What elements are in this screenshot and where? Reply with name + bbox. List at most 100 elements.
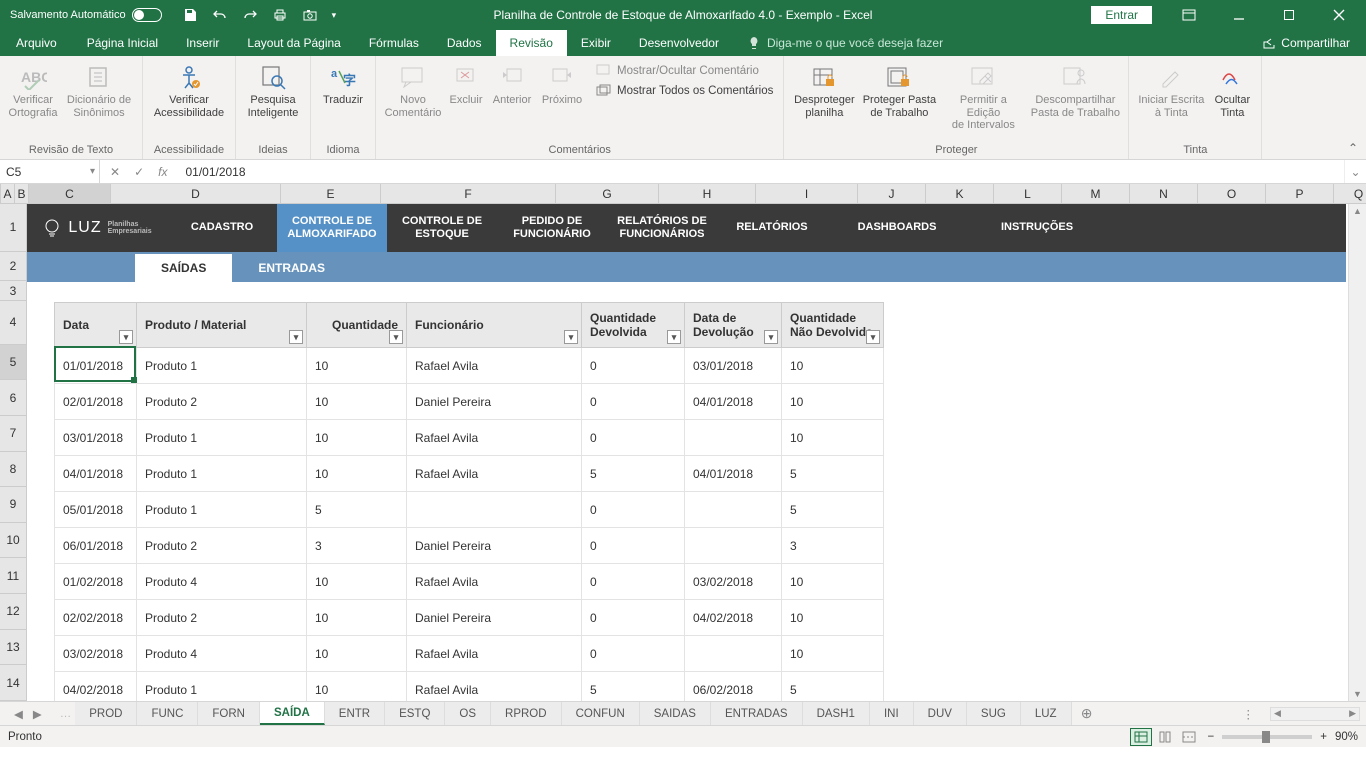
nav-cadastro[interactable]: CADASTRO — [167, 204, 277, 252]
cell-dd[interactable] — [685, 528, 782, 564]
sheet-tab[interactable]: OS — [445, 702, 491, 725]
hide-ink-button[interactable]: Ocultar Tinta — [1209, 60, 1255, 119]
cell-qt[interactable]: 5 — [307, 492, 407, 528]
minimize-icon[interactable] — [1216, 0, 1262, 30]
nav-pedido-funcionario[interactable]: PEDIDO DEFUNCIONÁRIO — [497, 204, 607, 252]
maximize-icon[interactable] — [1266, 0, 1312, 30]
cell-dd[interactable]: 06/02/2018 — [685, 672, 782, 702]
cell-qt[interactable]: 10 — [307, 672, 407, 702]
filter-icon[interactable]: ▾ — [764, 330, 778, 344]
accept-formula-icon[interactable]: ✓ — [134, 165, 144, 179]
row-header[interactable]: 2 — [0, 252, 27, 282]
cell-qnd[interactable]: 10 — [782, 348, 884, 384]
show-all-comments-button[interactable]: Mostrar Todos os Comentários — [592, 82, 777, 100]
cell-data[interactable]: 04/02/2018 — [55, 672, 137, 702]
column-header[interactable]: O — [1198, 184, 1266, 203]
tab-insert[interactable]: Inserir — [172, 30, 233, 56]
cell-data[interactable]: 02/02/2018 — [55, 600, 137, 636]
cell-qd[interactable]: 0 — [582, 564, 685, 600]
autosave-toggle[interactable]: Salvamento Automático — [0, 8, 172, 22]
cell-func[interactable] — [407, 492, 582, 528]
header-data-devolucao[interactable]: Data de Devolução▾ — [685, 303, 782, 348]
cell-data[interactable]: 06/01/2018 — [55, 528, 137, 564]
cell-qt[interactable]: 10 — [307, 384, 407, 420]
sheet-tab[interactable]: SAÍDA — [260, 702, 325, 725]
column-header[interactable]: L — [994, 184, 1062, 203]
filter-icon[interactable]: ▾ — [119, 330, 133, 344]
row-header[interactable]: 1 — [0, 204, 27, 252]
cell-prod[interactable]: Produto 1 — [137, 456, 307, 492]
sheet-scroll-prev-icon[interactable]: … — [56, 708, 76, 720]
cell-qt[interactable]: 10 — [307, 636, 407, 672]
header-data[interactable]: Data▾ — [55, 303, 137, 348]
tab-home[interactable]: Página Inicial — [73, 30, 172, 56]
nav-controle-estoque[interactable]: CONTROLE DEESTOQUE — [387, 204, 497, 252]
cell-qnd[interactable]: 5 — [782, 492, 884, 528]
cell-qd[interactable]: 0 — [582, 528, 685, 564]
cell-qnd[interactable]: 3 — [782, 528, 884, 564]
column-header[interactable]: E — [281, 184, 381, 203]
tab-layout[interactable]: Layout da Página — [233, 30, 354, 56]
subtab-saidas[interactable]: SAÍDAS — [135, 254, 232, 282]
cell-qd[interactable]: 0 — [582, 600, 685, 636]
new-comment-button[interactable]: Novo Comentário — [382, 60, 444, 119]
column-header[interactable]: P — [1266, 184, 1334, 203]
tab-formulas[interactable]: Fórmulas — [355, 30, 433, 56]
print-icon[interactable] — [272, 7, 288, 23]
sheet-tab[interactable]: CONFUN — [562, 702, 640, 725]
cell-dd[interactable] — [685, 636, 782, 672]
accessibility-button[interactable]: Verificar Acessibilidade — [149, 60, 229, 119]
vertical-scrollbar[interactable] — [1348, 204, 1366, 701]
column-header[interactable]: Q — [1334, 184, 1366, 203]
cell-dd[interactable] — [685, 492, 782, 528]
cell-qnd[interactable]: 10 — [782, 420, 884, 456]
column-header[interactable]: B — [15, 184, 29, 203]
cell-data[interactable]: 01/01/2018 — [55, 348, 137, 384]
table-row[interactable]: 01/02/2018Produto 410Rafael Avila003/02/… — [55, 564, 884, 600]
sheet-tab[interactable]: RPROD — [491, 702, 562, 725]
cell-prod[interactable]: Produto 1 — [137, 348, 307, 384]
cell-prod[interactable]: Produto 2 — [137, 600, 307, 636]
fx-icon[interactable]: fx — [158, 165, 167, 179]
cell-dd[interactable]: 04/01/2018 — [685, 384, 782, 420]
close-icon[interactable] — [1316, 0, 1362, 30]
filter-icon[interactable]: ▾ — [866, 330, 880, 344]
sheet-nav-prev-icon[interactable]: ◀ — [14, 707, 23, 721]
expand-formula-bar-icon[interactable]: ⌄ — [1344, 160, 1366, 183]
view-page-break-icon[interactable] — [1178, 728, 1200, 746]
cell-qnd[interactable]: 10 — [782, 600, 884, 636]
name-box[interactable]: C5 — [0, 160, 100, 183]
header-qt-nao-devolvida[interactable]: Quantidade Não Devolvida▾ — [782, 303, 884, 348]
sheet-tab[interactable]: DASH1 — [803, 702, 870, 725]
cell-qd[interactable]: 0 — [582, 348, 685, 384]
tab-file[interactable]: Arquivo — [0, 30, 73, 56]
cell-qnd[interactable]: 5 — [782, 456, 884, 492]
column-header[interactable]: A — [1, 184, 15, 203]
cell-dd[interactable]: 04/02/2018 — [685, 600, 782, 636]
cell-dd[interactable]: 03/02/2018 — [685, 564, 782, 600]
prev-comment-button[interactable]: Anterior — [488, 60, 536, 107]
cell-qt[interactable]: 10 — [307, 564, 407, 600]
row-header[interactable]: 14 — [0, 665, 27, 701]
cell-data[interactable]: 02/01/2018 — [55, 384, 137, 420]
sheet-scroll-next-icon[interactable]: ⋮ — [1233, 707, 1265, 721]
sheet-tab[interactable]: ENTR — [325, 702, 385, 725]
sheet-tab[interactable]: DUV — [914, 702, 967, 725]
tab-view[interactable]: Exibir — [567, 30, 625, 56]
sheet-tab[interactable]: SUG — [967, 702, 1021, 725]
header-quantidade[interactable]: Quantidade▾ — [307, 303, 407, 348]
camera-icon[interactable] — [302, 7, 318, 23]
cell-prod[interactable]: Produto 4 — [137, 636, 307, 672]
column-header[interactable]: D — [111, 184, 281, 203]
cell-data[interactable]: 03/01/2018 — [55, 420, 137, 456]
smart-lookup-button[interactable]: Pesquisa Inteligente — [242, 60, 304, 119]
subtab-entradas[interactable]: ENTRADAS — [232, 254, 351, 282]
tab-review[interactable]: Revisão — [496, 30, 567, 56]
column-header[interactable]: N — [1130, 184, 1198, 203]
cell-func[interactable]: Rafael Avila — [407, 420, 582, 456]
header-funcionario[interactable]: Funcionário▾ — [407, 303, 582, 348]
sheet-tab[interactable]: FUNC — [137, 702, 198, 725]
table-row[interactable]: 05/01/2018Produto 1505 — [55, 492, 884, 528]
cell-data[interactable]: 01/02/2018 — [55, 564, 137, 600]
table-row[interactable]: 02/01/2018Produto 210Daniel Pereira004/0… — [55, 384, 884, 420]
